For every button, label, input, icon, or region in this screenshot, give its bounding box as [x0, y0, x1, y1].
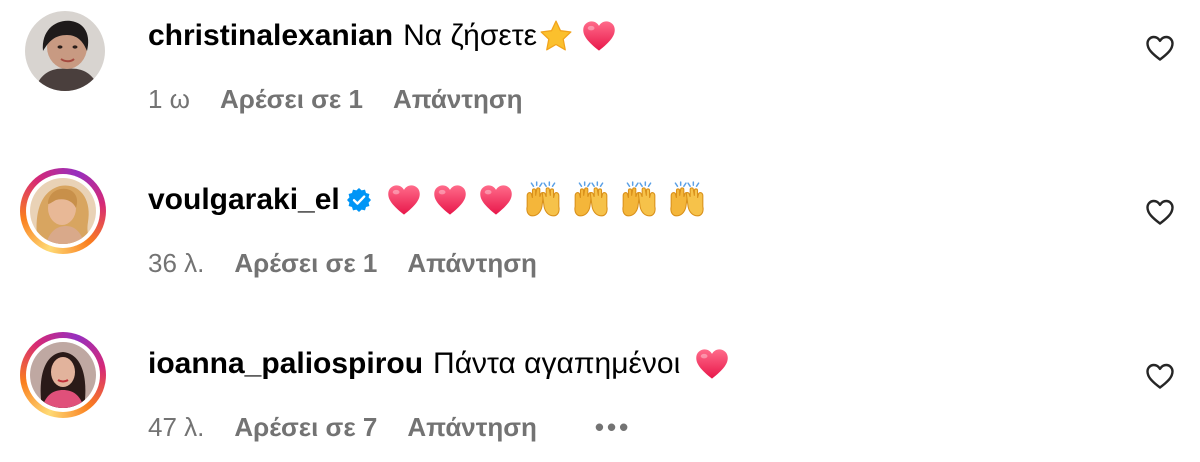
heart-emoji-icon — [386, 182, 422, 218]
username[interactable]: voulgaraki_el — [148, 180, 340, 220]
comment-timestamp[interactable]: 1 ω — [148, 82, 190, 116]
reply-button[interactable]: Απάντηση — [407, 410, 537, 444]
reply-button[interactable]: Απάντηση — [407, 246, 537, 280]
avatar[interactable] — [20, 332, 106, 418]
comment-meta: 36 λ. Αρέσει σε 1 Απάντηση — [148, 246, 537, 280]
more-options-icon[interactable]: ••• — [595, 410, 631, 444]
like-heart-icon[interactable] — [1144, 196, 1176, 228]
likes-count[interactable]: Αρέσει σε 1 — [234, 246, 377, 280]
likes-count[interactable]: Αρέσει σε 1 — [220, 82, 363, 116]
comment-item: ioanna_paliospirou Πάντα αγαπημένοι 47 λ… — [0, 322, 1200, 462]
star-icon — [539, 19, 573, 53]
likes-count[interactable]: Αρέσει σε 7 — [234, 410, 377, 444]
comment-text: Πάντα αγαπημένοι — [433, 347, 681, 380]
raising-hands-icon — [668, 181, 706, 219]
avatar-image — [30, 342, 96, 408]
username[interactable]: ioanna_paliospirou — [148, 344, 423, 384]
comment-item: christinalexanian Να ζήσετε 1 ω Αρέσει σ… — [0, 0, 1200, 140]
comment-timestamp[interactable]: 36 λ. — [148, 246, 204, 280]
verified-badge-icon — [346, 188, 371, 212]
comment-item: voulgaraki_el 36 λ. Αρέσει σε 1 Απάντηση — [0, 160, 1200, 300]
reply-button[interactable]: Απάντηση — [393, 82, 523, 116]
username[interactable]: christinalexanian — [148, 16, 393, 56]
heart-emoji-icon — [581, 18, 617, 54]
heart-emoji-icon — [694, 346, 730, 382]
comment-body: ioanna_paliospirou Πάντα αγαπημένοι — [148, 344, 730, 384]
raising-hands-icon — [620, 181, 658, 219]
avatar-image — [25, 11, 105, 91]
heart-emoji-icon — [432, 182, 468, 218]
comment-text: Να ζήσετε — [403, 19, 537, 52]
avatar[interactable] — [20, 168, 106, 254]
raising-hands-icon — [524, 181, 562, 219]
heart-emoji-icon — [478, 182, 514, 218]
comment-meta: 47 λ. Αρέσει σε 7 Απάντηση ••• — [148, 410, 631, 444]
comment-timestamp[interactable]: 47 λ. — [148, 410, 204, 444]
raising-hands-icon — [572, 181, 610, 219]
avatar[interactable] — [20, 8, 106, 94]
comment-meta: 1 ω Αρέσει σε 1 Απάντηση — [148, 82, 523, 116]
comment-body: voulgaraki_el — [148, 180, 706, 220]
comment-body: christinalexanian Να ζήσετε — [148, 16, 617, 56]
avatar-image — [30, 178, 96, 244]
like-heart-icon[interactable] — [1144, 360, 1176, 392]
like-heart-icon[interactable] — [1144, 32, 1176, 64]
